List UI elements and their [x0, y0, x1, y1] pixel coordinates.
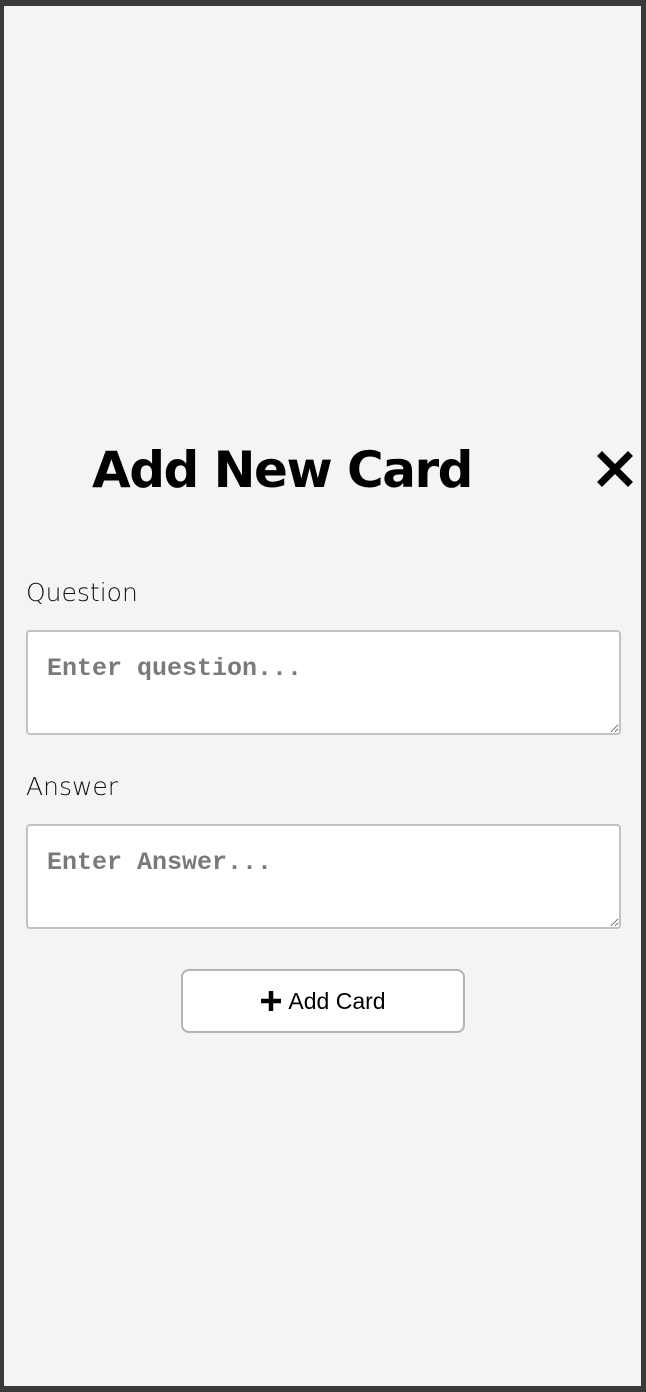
add-card-button-label: Add Card	[288, 987, 386, 1014]
question-input[interactable]	[26, 630, 621, 735]
modal-title: Add New Card	[92, 441, 473, 499]
answer-label: Answer	[26, 772, 119, 801]
question-label: Question	[26, 578, 138, 607]
add-card-button[interactable]: Add Card	[181, 969, 465, 1033]
close-icon	[597, 451, 633, 487]
app-viewport: Add New Card Question Answer Add Card	[4, 6, 641, 1386]
plus-icon	[261, 991, 282, 1011]
answer-input[interactable]	[26, 824, 621, 929]
close-button[interactable]	[595, 449, 635, 489]
add-card-modal: Add New Card Question Answer Add Card	[4, 6, 641, 1386]
